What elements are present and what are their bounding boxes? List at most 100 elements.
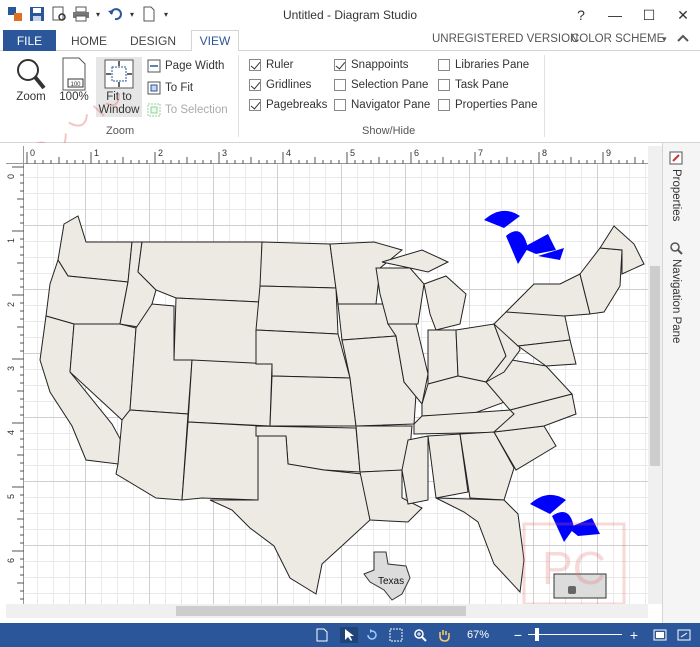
hruler-label: 7 bbox=[478, 148, 483, 158]
page-width-button[interactable]: Page Width bbox=[147, 59, 224, 73]
showhide-group-label: Show/Hide bbox=[362, 125, 416, 137]
zoom-slider-thumb[interactable] bbox=[535, 628, 539, 641]
color-scheme-menu[interactable]: COLOR SCHEME bbox=[571, 33, 664, 45]
properties-pane-check-icon bbox=[438, 99, 450, 111]
navigator-pane-checkbox[interactable]: Navigator Pane bbox=[334, 99, 430, 111]
full-screen-icon[interactable] bbox=[676, 627, 692, 643]
tab-view[interactable]: VIEW bbox=[191, 30, 239, 52]
snappoints-check-icon bbox=[334, 59, 346, 71]
navigation-tab-label: Navigation Pane bbox=[670, 259, 682, 344]
zoom-100-button[interactable]: 100 100% bbox=[57, 57, 91, 104]
state-new-york bbox=[504, 273, 591, 317]
vruler-label: 3 bbox=[6, 366, 16, 371]
state-south-dakota bbox=[255, 285, 339, 335]
pan-tool-icon[interactable] bbox=[436, 627, 452, 643]
status-bar: 67% − + bbox=[0, 623, 700, 647]
zoom-tool-icon[interactable] bbox=[412, 627, 428, 643]
libraries-pane-label: Libraries Pane bbox=[455, 59, 530, 71]
page-100-icon: 100 bbox=[62, 57, 86, 91]
svg-text:PC: PC bbox=[542, 542, 606, 594]
side-pane-tabs: Properties Navigation Pane bbox=[662, 143, 700, 623]
diagram-canvas-area: 0123456789 0123456 PC Texas Properties N… bbox=[0, 143, 700, 623]
vruler-label: 5 bbox=[6, 494, 16, 499]
hruler-label: 1 bbox=[94, 148, 99, 158]
zoom-area-tool-icon[interactable] bbox=[388, 627, 404, 643]
minimize-button[interactable]: — bbox=[598, 0, 632, 30]
us-map-diagram: PC bbox=[39, 210, 645, 604]
navigator-pane-label: Navigator Pane bbox=[351, 99, 431, 111]
properties-pane-checkbox[interactable]: Properties Pane bbox=[438, 99, 537, 111]
page-width-label: Page Width bbox=[165, 60, 225, 72]
tab-file[interactable]: FILE bbox=[3, 30, 56, 51]
zoom-in-button[interactable]: + bbox=[628, 627, 640, 643]
pointer-tool-icon[interactable] bbox=[340, 627, 358, 643]
tab-design[interactable]: DESIGN bbox=[124, 30, 182, 51]
to-selection-icon bbox=[147, 103, 161, 117]
state-new-mexico bbox=[181, 421, 263, 501]
state-arizona bbox=[115, 409, 189, 501]
state-indiana bbox=[427, 329, 459, 385]
navigation-pane-tab[interactable]: Navigation Pane bbox=[669, 241, 683, 343]
vertical-scroll-thumb[interactable] bbox=[650, 266, 660, 466]
texas-shape-label: Texas bbox=[378, 576, 405, 587]
gridlines-checkbox[interactable]: Gridlines bbox=[249, 79, 311, 91]
hruler-label: 8 bbox=[542, 148, 547, 158]
maximize-button[interactable]: ☐ bbox=[632, 0, 666, 30]
to-fit-icon bbox=[147, 81, 161, 95]
zoom-out-button[interactable]: − bbox=[512, 627, 524, 643]
page-icon[interactable] bbox=[314, 627, 330, 643]
properties-pane-tab[interactable]: Properties bbox=[669, 151, 683, 221]
ruler-checkbox[interactable]: Ruler bbox=[249, 59, 293, 71]
horizontal-scroll-thumb[interactable] bbox=[176, 606, 466, 616]
libraries-pane-checkbox[interactable]: Libraries Pane bbox=[438, 59, 529, 71]
to-fit-button[interactable]: To Fit bbox=[147, 81, 193, 95]
task-pane-label: Task Pane bbox=[455, 79, 509, 91]
hruler-label: 5 bbox=[350, 148, 355, 158]
ribbon-tab-row: FILE HOME DESIGN VIEW UNREGISTERED VERSI… bbox=[0, 30, 700, 52]
diagram-page[interactable]: PC Texas bbox=[24, 164, 648, 604]
gridlines-check-icon bbox=[249, 79, 261, 91]
group-separator bbox=[544, 55, 545, 137]
vertical-ruler[interactable]: 0 1 2 3 4 5 6 bbox=[6, 164, 24, 604]
zoom-level-text[interactable]: 67% bbox=[464, 627, 492, 643]
snappoints-checkbox[interactable]: Snappoints bbox=[334, 59, 409, 71]
vruler-label: 0 bbox=[6, 174, 16, 179]
horizontal-ruler[interactable]: 0 1 2 3 4 5 6 7 8 9 bbox=[24, 146, 648, 164]
hruler-label: 0 bbox=[30, 148, 35, 158]
properties-tab-label: Properties bbox=[670, 169, 682, 222]
color-scheme-dropdown-icon[interactable]: ▾ bbox=[662, 34, 667, 45]
snappoints-label: Snappoints bbox=[351, 59, 409, 71]
to-selection-button[interactable]: To Selection bbox=[147, 103, 228, 117]
ruler-check-icon bbox=[249, 59, 261, 71]
rotate-tool-icon[interactable] bbox=[364, 627, 380, 643]
state-north-dakota bbox=[259, 241, 337, 289]
vertical-scrollbar[interactable] bbox=[648, 146, 662, 604]
pagebreaks-label: Pagebreaks bbox=[266, 99, 328, 111]
vruler-label: 2 bbox=[6, 302, 16, 307]
state-wyoming bbox=[173, 297, 261, 365]
help-button[interactable]: ? bbox=[564, 0, 598, 30]
zoom-slider-track[interactable] bbox=[528, 634, 622, 635]
window-controls: ? — ☐ ✕ bbox=[564, 0, 700, 30]
state-kansas bbox=[269, 375, 357, 427]
pagebreaks-check-icon bbox=[249, 99, 261, 111]
horizontal-scrollbar[interactable] bbox=[6, 604, 648, 618]
page-width-icon bbox=[147, 59, 161, 73]
close-button[interactable]: ✕ bbox=[666, 0, 700, 30]
zoom-label: Zoom bbox=[16, 91, 46, 103]
fit-page-icon[interactable] bbox=[652, 627, 668, 643]
unregistered-version-link[interactable]: UNREGISTERED VERSION bbox=[432, 33, 578, 45]
vruler-label: 1 bbox=[6, 238, 16, 243]
gridlines-label: Gridlines bbox=[266, 79, 312, 91]
group-separator bbox=[238, 55, 239, 137]
selection-pane-checkbox[interactable]: Selection Pane bbox=[334, 79, 428, 91]
watermark-pc-logo: PC bbox=[522, 522, 626, 604]
tab-home[interactable]: HOME bbox=[66, 30, 112, 51]
collapse-ribbon-icon[interactable] bbox=[675, 32, 691, 49]
task-pane-checkbox[interactable]: Task Pane bbox=[438, 79, 509, 91]
libraries-pane-check-icon bbox=[438, 59, 450, 71]
state-washington bbox=[57, 215, 133, 283]
pagebreaks-checkbox[interactable]: Pagebreaks bbox=[249, 99, 327, 111]
zoom-button[interactable]: Zoom bbox=[12, 57, 50, 104]
hruler-label: 4 bbox=[286, 148, 291, 158]
